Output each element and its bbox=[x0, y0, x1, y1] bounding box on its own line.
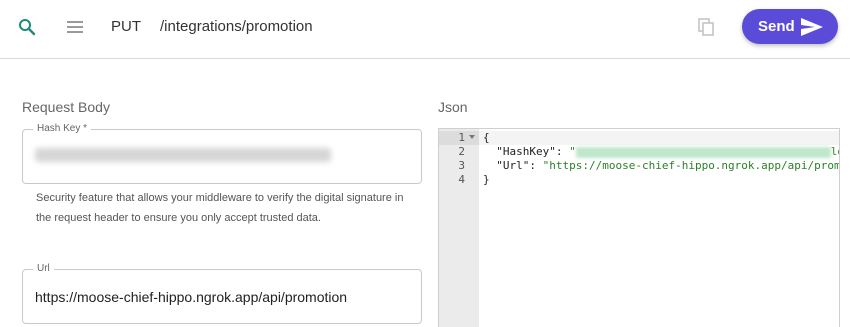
active-line-highlight bbox=[479, 131, 839, 145]
url-value[interactable]: https://moose-chief-hippo.ngrok.app/api/… bbox=[35, 289, 347, 305]
hash-key-masked-value bbox=[35, 148, 331, 162]
fold-arrow-icon[interactable] bbox=[469, 135, 475, 139]
menu-icon[interactable] bbox=[64, 16, 86, 38]
send-icon bbox=[801, 18, 823, 36]
code-line-4: } bbox=[483, 173, 490, 186]
url-key: "Url" bbox=[496, 159, 530, 172]
hashkey-visible-suffix: lo bbox=[830, 145, 839, 158]
search-icon[interactable] bbox=[16, 16, 38, 38]
http-method[interactable]: PUT bbox=[111, 18, 141, 35]
line-number: 1 bbox=[458, 131, 465, 144]
send-button-label: Send bbox=[758, 18, 795, 35]
line-number: 3 bbox=[458, 159, 465, 172]
url-json-value: "https://moose-chief-hippo.ngrok.app/api… bbox=[542, 159, 840, 172]
endpoint-path[interactable]: /integrations/promotion bbox=[160, 18, 313, 35]
close-brace: } bbox=[483, 173, 490, 186]
hashkey-masked-value bbox=[575, 146, 831, 158]
hashkey-key: "HashKey" bbox=[496, 145, 556, 158]
url-field[interactable]: Url https://moose-chief-hippo.ngrok.app/… bbox=[22, 263, 422, 324]
json-title: Json bbox=[438, 99, 468, 115]
code-line-3: "Url": "https://moose-chief-hippo.ngrok.… bbox=[496, 159, 840, 172]
line-number: 2 bbox=[458, 145, 465, 158]
request-body-title: Request Body bbox=[22, 99, 110, 115]
url-label: Url bbox=[33, 263, 54, 274]
code-line-2: "HashKey": "lo bbox=[483, 145, 839, 158]
copy-icon[interactable] bbox=[695, 16, 717, 38]
send-button[interactable]: Send bbox=[742, 9, 838, 44]
line-number: 4 bbox=[458, 173, 465, 186]
top-toolbar: PUT /integrations/promotion Send bbox=[0, 0, 850, 59]
open-brace: { bbox=[483, 131, 490, 144]
code-line-1: { bbox=[483, 131, 490, 144]
hash-key-label: Hash Key * bbox=[33, 123, 92, 134]
json-editor[interactable]: 1 2 3 4 { "HashKey": "lo "Url": "https:/… bbox=[438, 128, 840, 327]
hash-key-helper-text: Security feature that allows your middle… bbox=[36, 192, 404, 224]
hash-key-field[interactable]: Hash Key * bbox=[22, 123, 422, 184]
